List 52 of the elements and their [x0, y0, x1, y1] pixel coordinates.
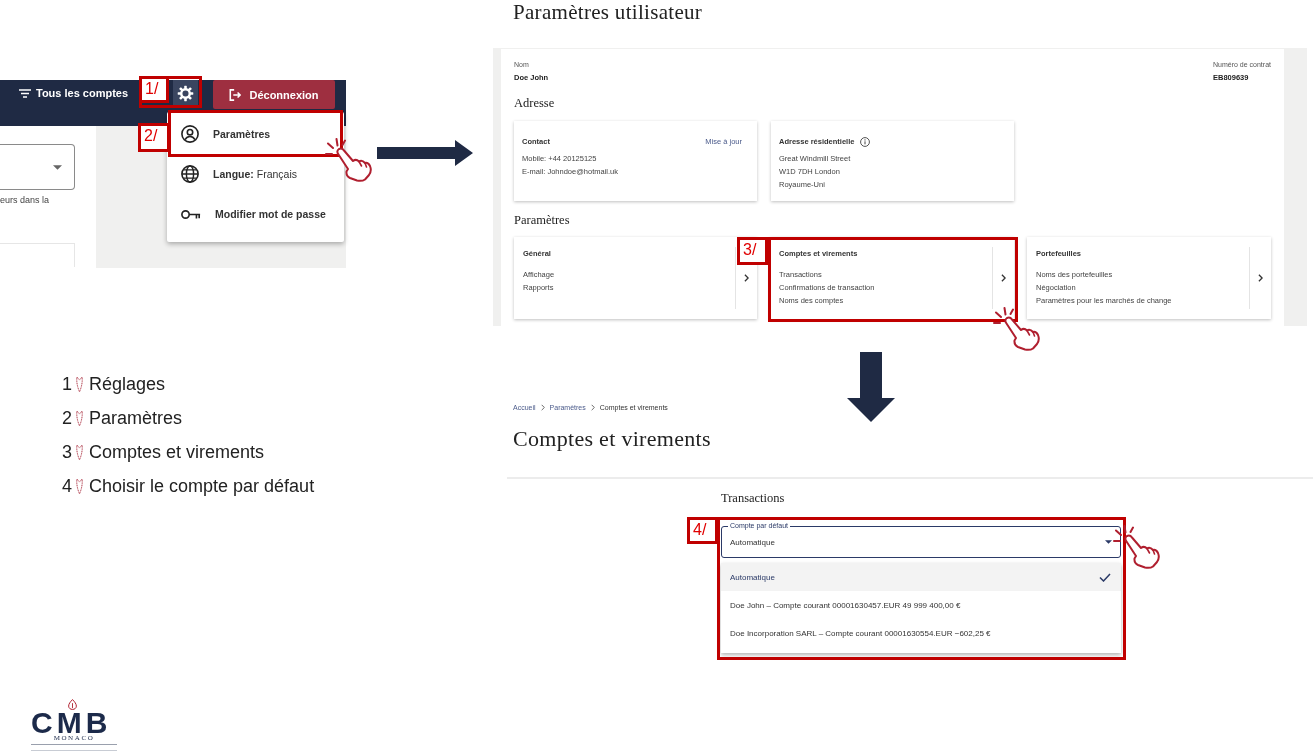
logo-wordmark: CMB — [31, 712, 113, 734]
page-title: Paramètres utilisateur — [513, 0, 703, 25]
chevron-icon — [590, 403, 595, 411]
key-icon — [181, 208, 201, 220]
step-number: 1 — [62, 373, 72, 395]
menu-item[interactable]: Modifier mot de passe — [172, 194, 334, 234]
step-label: Paramètres — [89, 407, 183, 429]
section-heading: Transactions — [721, 490, 786, 506]
callout-label: 4/ — [687, 517, 718, 544]
settings-icon — [177, 85, 194, 102]
callout-label: 3/ — [737, 237, 768, 265]
filter-button[interactable]: Tous les comptes — [17, 80, 131, 106]
drop-icon — [68, 699, 77, 710]
helper-text: eurs dans la — [0, 194, 51, 206]
step-number: 4 — [62, 475, 72, 497]
user-circle-icon — [181, 125, 199, 143]
section-heading: Adresse — [514, 95, 556, 111]
drop-icon — [76, 477, 83, 495]
caret-icon — [1105, 540, 1112, 544]
down-arrow-icon — [847, 352, 895, 422]
caret-icon — [53, 164, 62, 170]
info-icon — [860, 136, 871, 147]
menu-item[interactable]: Paramètres — [172, 115, 279, 153]
exit-arrow-icon — [229, 88, 242, 101]
logout-button[interactable]: Déconnexion — [213, 80, 335, 109]
step-label: Réglages — [89, 373, 166, 395]
section-heading: Paramètres — [514, 212, 571, 228]
callout-label: 1/ — [139, 76, 169, 103]
step-label: Comptes et virements — [89, 441, 265, 463]
select-field[interactable] — [0, 144, 75, 190]
step-number: 3 — [62, 441, 72, 463]
chevron-icon — [744, 274, 749, 282]
right-arrow-icon — [377, 140, 473, 166]
dropdown-option[interactable]: Automatique — [721, 563, 1121, 591]
filter-icon — [19, 88, 31, 98]
menu-item[interactable]: Langue: Français — [172, 154, 306, 194]
pointing-hand-icon — [1113, 525, 1161, 569]
chevron-icon — [1001, 274, 1006, 282]
chevron-icon — [540, 403, 545, 411]
drop-icon — [76, 443, 83, 461]
globe-icon — [181, 165, 199, 183]
step-number: 2 — [62, 407, 72, 429]
settings-button[interactable] — [173, 80, 198, 107]
dropdown-option[interactable]: Doe Incorporation SARL – Compte courant 00001630554.EUR −602,25 € — [721, 619, 1121, 647]
page-title: Comptes et virements — [513, 426, 712, 452]
drop-icon — [76, 409, 83, 427]
callout-label: 2/ — [138, 123, 170, 152]
dropdown-option[interactable]: Doe John – Compte courant 00001630457.EUR 49 999 400,00 € — [721, 591, 1121, 619]
drop-icon — [76, 375, 83, 393]
chevron-icon — [1258, 274, 1263, 282]
step-label: Choisir le compte par défaut — [89, 475, 315, 497]
check-icon — [1099, 572, 1111, 582]
